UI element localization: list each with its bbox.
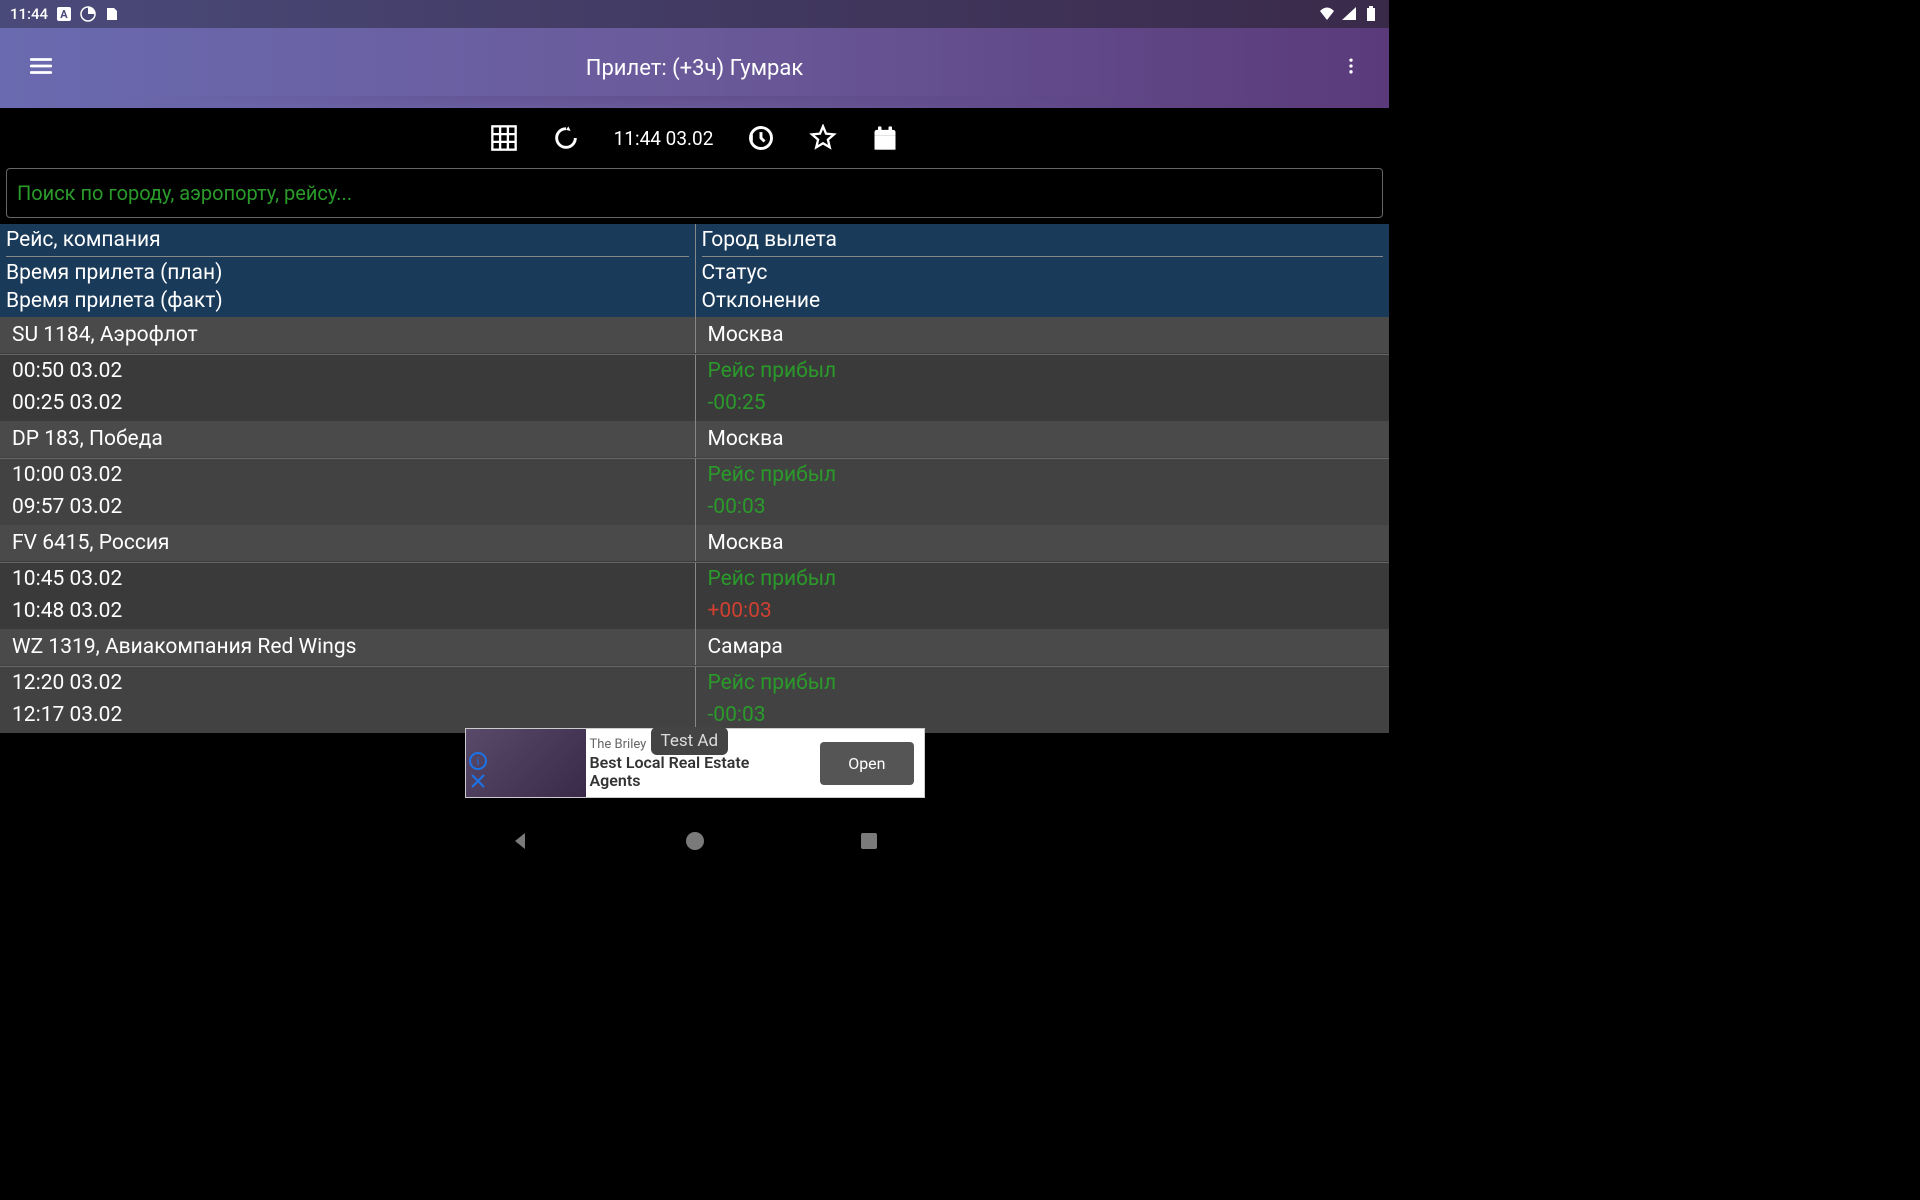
table-row[interactable]: DP 183, Победа Москва — [0, 421, 1389, 457]
grid-button[interactable] — [490, 124, 518, 152]
toolbar: 11:44 03.02 — [0, 108, 1389, 168]
header-status: Статус — [702, 259, 1384, 287]
ad-banner[interactable]: i The Briley Best Local Real Estate Agen… — [465, 728, 925, 798]
time-fact: 00:25 03.02 — [6, 387, 689, 419]
header-time-fact: Время прилета (факт) — [6, 287, 689, 315]
time-plan: 12:20 03.02 — [6, 667, 689, 699]
ad-open-button[interactable]: Open — [820, 742, 913, 785]
refresh-button[interactable] — [552, 124, 580, 152]
table-row[interactable]: FV 6415, Россия Москва — [0, 525, 1389, 561]
recent-button[interactable] — [857, 829, 881, 857]
status-label: Рейс прибыл — [702, 459, 1384, 491]
flights-table: Рейс, компания Время прилета (план) Врем… — [0, 224, 1389, 733]
status-time: 11:44 — [10, 5, 48, 23]
city-label: Самара — [702, 631, 1384, 663]
time-fact: 09:57 03.02 — [6, 491, 689, 523]
flight-label: WZ 1319, Авиакомпания Red Wings — [6, 631, 689, 663]
svg-text:i: i — [476, 755, 479, 768]
wifi-icon — [1319, 6, 1335, 22]
table-header: Рейс, компания Время прилета (план) Врем… — [0, 224, 1389, 317]
table-row[interactable]: SU 1184, Аэрофлот Москва — [0, 317, 1389, 353]
time-fact: 12:17 03.02 — [6, 699, 689, 731]
header-city: Город вылета — [702, 226, 1384, 254]
time-fact: 10:48 03.02 — [6, 595, 689, 627]
back-button[interactable] — [509, 829, 533, 857]
more-button[interactable] — [1333, 48, 1369, 88]
search-input[interactable]: Поиск по городу, аэропорту, рейсу... — [6, 168, 1383, 218]
table-row-sub[interactable]: 10:00 03.02 09:57 03.02 Рейс прибыл -00:… — [0, 457, 1389, 525]
deviation-label: -00:03 — [702, 491, 1384, 523]
calendar-button[interactable] — [871, 124, 899, 152]
header-time-plan: Время прилета (план) — [6, 259, 689, 287]
table-row[interactable]: WZ 1319, Авиакомпания Red Wings Самара — [0, 629, 1389, 665]
home-button[interactable] — [683, 829, 707, 857]
time-plan: 10:00 03.02 — [6, 459, 689, 491]
sd-card-icon — [104, 6, 120, 22]
time-plan: 00:50 03.02 — [6, 355, 689, 387]
deviation-label: -00:03 — [702, 699, 1384, 731]
star-button[interactable] — [809, 124, 837, 152]
time-plan: 10:45 03.02 — [6, 563, 689, 595]
svg-text:A: A — [60, 8, 68, 21]
status-label: Рейс прибыл — [702, 563, 1384, 595]
table-row-sub[interactable]: 00:50 03.02 00:25 03.02 Рейс прибыл -00:… — [0, 353, 1389, 421]
city-label: Москва — [702, 319, 1384, 351]
deviation-label: -00:25 — [702, 387, 1384, 419]
status-bar: 11:44 A — [0, 0, 1389, 28]
lang-icon: A — [56, 6, 72, 22]
flight-label: FV 6415, Россия — [6, 527, 689, 559]
app-bar: Прилет: (+3ч) Гумрак — [0, 28, 1389, 108]
flight-label: SU 1184, Аэрофлот — [6, 319, 689, 351]
history-button[interactable] — [747, 124, 775, 152]
signal-icon — [1341, 6, 1357, 22]
nav-bar — [0, 818, 1389, 868]
toolbar-datetime: 11:44 03.02 — [614, 127, 714, 150]
table-row-sub[interactable]: 10:45 03.02 10:48 03.02 Рейс прибыл +00:… — [0, 561, 1389, 629]
ad-title-1: Best Local Real Estate — [590, 754, 807, 772]
ad-test-label: Test Ad — [651, 727, 729, 755]
page-title: Прилет: (+3ч) Гумрак — [586, 56, 804, 81]
table-row-sub[interactable]: 12:20 03.02 12:17 03.02 Рейс прибыл -00:… — [0, 665, 1389, 733]
pie-icon — [80, 6, 96, 22]
city-label: Москва — [702, 527, 1384, 559]
header-deviation: Отклонение — [702, 287, 1384, 315]
deviation-label: +00:03 — [702, 595, 1384, 627]
flight-label: DP 183, Победа — [6, 423, 689, 455]
status-label: Рейс прибыл — [702, 355, 1384, 387]
status-label: Рейс прибыл — [702, 667, 1384, 699]
city-label: Москва — [702, 423, 1384, 455]
ad-image: i — [466, 729, 586, 797]
ad-title-2: Agents — [590, 772, 807, 790]
battery-icon — [1363, 6, 1379, 22]
header-flight: Рейс, компания — [6, 226, 689, 254]
menu-button[interactable] — [20, 45, 62, 91]
